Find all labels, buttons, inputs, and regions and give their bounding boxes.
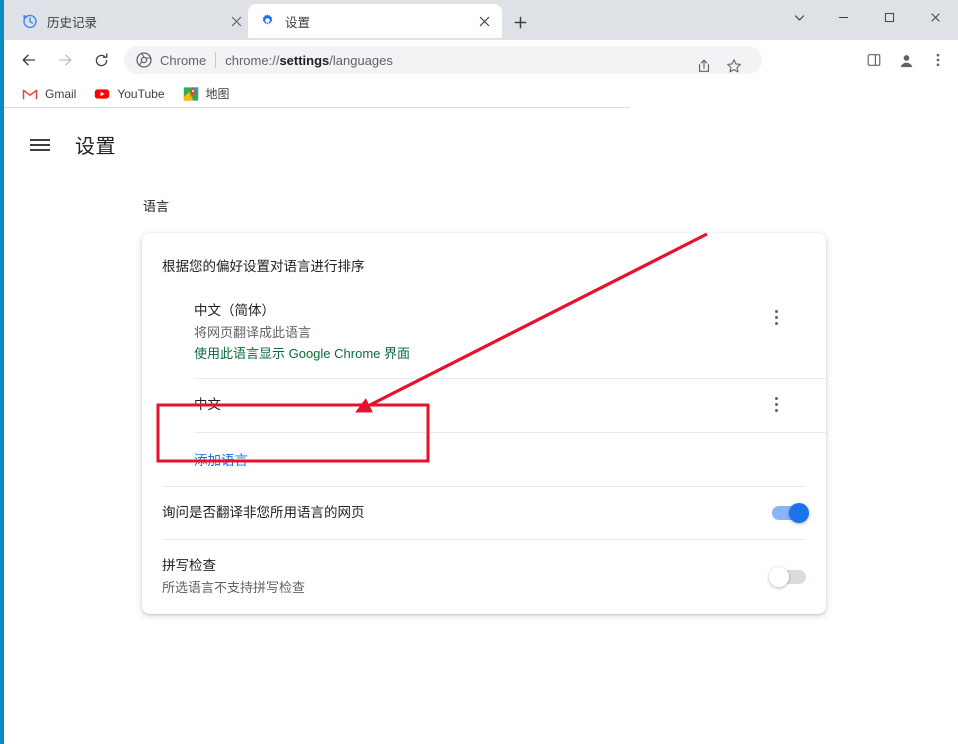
card-heading: 根据您的偏好设置对语言进行排序 xyxy=(162,259,365,274)
tab-title: 历史记录 xyxy=(47,15,98,30)
pref-text: 询问是否翻译非您所用语言的网页 xyxy=(162,503,772,523)
language-row[interactable]: 中文 xyxy=(194,378,826,432)
toggle-translate-offer[interactable] xyxy=(772,503,809,523)
bookmark-gmail[interactable]: Gmail xyxy=(14,83,84,105)
chrome-icon xyxy=(136,52,152,68)
omnibox-actions xyxy=(688,52,748,80)
language-name: 中文 xyxy=(194,396,221,412)
maximize-icon[interactable] xyxy=(866,0,912,34)
tab-strip: 历史记录 设置 xyxy=(4,0,958,40)
history-icon xyxy=(22,13,38,29)
three-dot-menu-icon[interactable] xyxy=(764,393,788,417)
bookmarks-bar: Gmail YouTube 地图 xyxy=(4,80,958,108)
gmail-icon xyxy=(22,86,38,102)
youtube-icon xyxy=(94,86,110,102)
toggle-spellcheck[interactable] xyxy=(769,567,806,587)
pref-subtitle: 所选语言不支持拼写检查 xyxy=(162,580,306,595)
reload-icon[interactable] xyxy=(86,45,116,75)
bookmark-label: 地图 xyxy=(205,87,230,101)
pref-title: 询问是否翻译非您所用语言的网页 xyxy=(162,505,365,520)
bookmark-label: Gmail xyxy=(45,86,77,101)
minimize-icon[interactable] xyxy=(820,0,866,34)
omnibox-url: chrome://settings/languages xyxy=(225,53,393,68)
pref-row-spellcheck[interactable]: 拼写检查 所选语言不支持拼写检查 xyxy=(162,539,806,614)
pref-row-translate-offer[interactable]: 询问是否翻译非您所用语言的网页 xyxy=(162,486,809,539)
pref-text: 拼写检查 所选语言不支持拼写检查 xyxy=(162,556,772,598)
toolbar-right-actions xyxy=(858,45,954,75)
forward-arrow-icon[interactable] xyxy=(50,45,80,75)
tab-title: 设置 xyxy=(285,15,311,30)
bookmark-maps[interactable]: 地图 xyxy=(175,83,238,105)
profile-avatar-icon[interactable] xyxy=(890,45,922,75)
hamburger-menu-icon[interactable] xyxy=(28,133,52,157)
tab-history[interactable]: 历史记录 xyxy=(10,4,254,38)
tab-settings[interactable]: 设置 xyxy=(248,4,502,38)
three-dot-menu-icon[interactable] xyxy=(764,305,788,329)
maps-icon xyxy=(183,86,199,102)
omnibox-chrome-label: Chrome xyxy=(160,52,207,68)
pref-title: 拼写检查 xyxy=(162,558,216,573)
star-icon[interactable] xyxy=(720,52,748,80)
settings-page: 设置 语言 根据您的偏好设置对语言进行排序 中文（简体） 将网页翻译成此语言 使… xyxy=(4,108,958,744)
close-icon[interactable] xyxy=(226,11,246,31)
languages-card: 根据您的偏好设置对语言进行排序 中文（简体） 将网页翻译成此语言 使用此语言显示… xyxy=(142,233,826,614)
language-ui-link[interactable]: 使用此语言显示 Google Chrome 界面 xyxy=(194,344,764,364)
language-name: 中文（简体） xyxy=(194,303,275,318)
toggle-knob xyxy=(789,503,809,523)
language-info: 中文（简体） 将网页翻译成此语言 使用此语言显示 Google Chrome 界… xyxy=(194,301,764,364)
language-row[interactable]: 中文（简体） 将网页翻译成此语言 使用此语言显示 Google Chrome 界… xyxy=(194,289,826,378)
close-icon[interactable] xyxy=(912,0,958,34)
omnibox-separator xyxy=(215,52,217,68)
back-arrow-icon[interactable] xyxy=(14,45,44,75)
settings-header: 设置 xyxy=(28,130,116,159)
share-icon[interactable] xyxy=(690,52,718,80)
url-bold: settings xyxy=(279,52,330,68)
language-info: 中文 xyxy=(194,395,764,415)
url-suffix: /languages xyxy=(329,52,393,68)
bookmark-label: YouTube xyxy=(117,86,165,101)
toggle-knob xyxy=(769,567,789,587)
three-dot-menu-icon[interactable] xyxy=(922,45,954,75)
bookmark-youtube[interactable]: YouTube xyxy=(86,83,172,105)
tab-search-chevron-icon[interactable] xyxy=(778,0,820,34)
browser-toolbar: Chrome chrome://settings/languages xyxy=(4,40,958,80)
page-title: 设置 xyxy=(75,136,116,158)
new-tab-button[interactable] xyxy=(506,8,534,36)
language-translate-note: 将网页翻译成此语言 xyxy=(194,325,312,340)
close-icon[interactable] xyxy=(474,11,494,31)
add-language-link[interactable]: 添加语言 xyxy=(194,449,248,469)
section-label-languages: 语言 xyxy=(143,199,170,214)
add-language-row[interactable]: 添加语言 xyxy=(194,432,826,486)
browser-window: 历史记录 设置 Chrome chrome://settings/languag… xyxy=(0,0,958,744)
gear-icon xyxy=(260,13,276,29)
side-panel-icon[interactable] xyxy=(858,45,890,75)
url-prefix: chrome:// xyxy=(225,52,280,68)
address-bar[interactable]: Chrome chrome://settings/languages xyxy=(124,46,762,74)
window-controls xyxy=(778,0,958,40)
